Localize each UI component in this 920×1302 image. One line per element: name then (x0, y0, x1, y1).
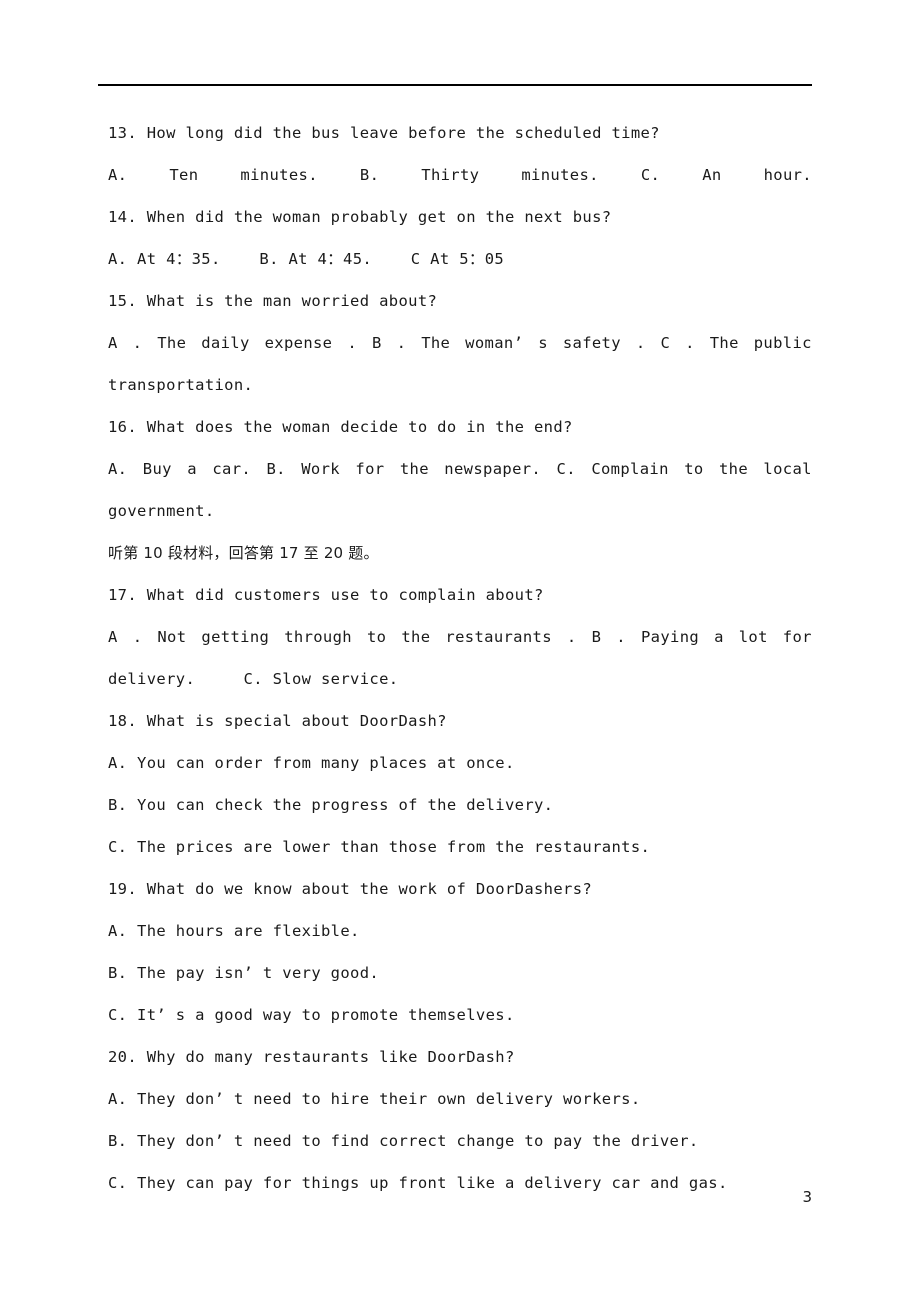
text-token: . (616, 628, 626, 646)
text-token: . (566, 628, 577, 646)
text-token: B. (266, 460, 286, 478)
text-token: . (347, 334, 357, 352)
text-token: to (366, 628, 387, 646)
text-line-q14-stem: 14. When did the woman probably get on t… (108, 208, 612, 226)
text-token: Paying (640, 628, 700, 646)
text-line-q13-options: A. Ten minutes. B. Thirty minutes. C. An hour. (108, 154, 812, 196)
text-token: . (685, 334, 695, 352)
text-line-q20-stem: 20. Why do many restaurants like DoorDas… (108, 1048, 515, 1066)
text-token: The (709, 334, 739, 352)
text-token: lot (738, 628, 768, 646)
text-token: local (763, 460, 812, 478)
text-token: C (660, 334, 671, 352)
text-token: for (782, 628, 812, 646)
text-token: C. (556, 460, 576, 478)
text-token: expense (264, 334, 333, 352)
text-line-q20-c: C. They can pay for things up front like… (108, 1174, 728, 1192)
text-token: car. (212, 460, 252, 478)
question-list: 13. How long did the bus leave before th… (108, 112, 812, 1204)
text-line-q15-stem: 15. What is the man worried about? (108, 292, 438, 310)
text-token: Thirty (421, 166, 480, 184)
text-token: public (753, 334, 812, 352)
text-token: A. (108, 460, 128, 478)
text-line-q16-cont: government. (108, 502, 215, 520)
text-line-q18-a: A. You can order from many places at onc… (108, 754, 515, 772)
text-line-q18-b: B. You can check the progress of the del… (108, 796, 554, 814)
text-token: Complain (591, 460, 669, 478)
text-token: to (684, 460, 704, 478)
text-token: getting (201, 628, 270, 646)
text-token: s (538, 334, 548, 352)
text-token: through (284, 628, 352, 646)
text-token: . (635, 334, 646, 352)
text-line-q15-cont: transportation. (108, 376, 254, 394)
text-token: hour. (763, 166, 812, 184)
text-token: C. (640, 166, 661, 184)
text-token: The (421, 334, 451, 352)
text-line-q13-stem: 13. How long did the bus leave before th… (108, 124, 660, 142)
text-line-q20-a: A. They don’ t need to hire their own de… (108, 1090, 641, 1108)
text-line-q14-options: A. At 4：35. B. At 4：45. C At 5：05 (108, 250, 505, 268)
text-token: . (396, 334, 407, 352)
text-token: woman’ (465, 334, 524, 352)
text-token: . (132, 334, 143, 352)
text-line-q17-options: A. Not getting through to the restaurants. B. Pa… (108, 616, 812, 658)
text-token: the (718, 460, 749, 478)
text-line-q19-stem: 19. What do we know about the work of Do… (108, 880, 593, 898)
text-token: a (187, 460, 197, 478)
text-line-q16-stem: 16. What does the woman decide to do in … (108, 418, 573, 436)
text-token: newspaper. (444, 460, 542, 478)
text-token: minutes. (240, 166, 318, 184)
text-line-q16-options: A. Buy a car. B. Work for the newspaper. C. Compla… (108, 448, 812, 490)
text-token: for (355, 460, 385, 478)
text-line-q20-b: B. They don’ t need to find correct chan… (108, 1132, 699, 1150)
text-line-q18-stem: 18. What is special about DoorDash? (108, 712, 447, 730)
text-token: Buy (142, 460, 172, 478)
text-line-section-10: 听第 10 段材料，回答第 17 至 20 题。 (108, 544, 379, 562)
text-token: . (132, 628, 143, 646)
text-line-q19-b: B. The pay isn’ t very good. (108, 964, 380, 982)
text-line-q18-c: C. The prices are lower than those from … (108, 838, 651, 856)
text-token: The (157, 334, 187, 352)
text-token: a (714, 628, 724, 646)
text-token: safety (562, 334, 621, 352)
header-rule-divider (98, 84, 812, 86)
text-token: A. (108, 166, 128, 184)
text-token: B (371, 334, 382, 352)
text-token: B (591, 628, 602, 646)
text-token: daily (201, 334, 250, 352)
text-token: B. (359, 166, 380, 184)
text-token: the (399, 460, 429, 478)
text-line-q19-c: C. It’ s a good way to promote themselve… (108, 1006, 515, 1024)
text-token: Work (301, 460, 340, 478)
page-number: 3 (802, 1188, 812, 1206)
text-token: minutes. (521, 166, 599, 184)
text-token: Ten (169, 166, 199, 184)
text-token: the (401, 628, 431, 646)
exam-page: 13. How long did the bus leave before th… (0, 0, 920, 1302)
text-line-q19-a: A. The hours are flexible. (108, 922, 360, 940)
text-token: A (108, 334, 118, 352)
text-token: A (108, 628, 118, 646)
text-line-q15-options: A. The daily expense. B. The woman’ s safety. C. T… (108, 322, 812, 364)
text-line-q17-stem: 17. What did customers use to complain a… (108, 586, 544, 604)
text-line-q17-cont: delivery. C. Slow service. (108, 670, 399, 688)
text-token: An (702, 166, 722, 184)
text-token: restaurants (445, 628, 552, 646)
text-token: Not (157, 628, 187, 646)
